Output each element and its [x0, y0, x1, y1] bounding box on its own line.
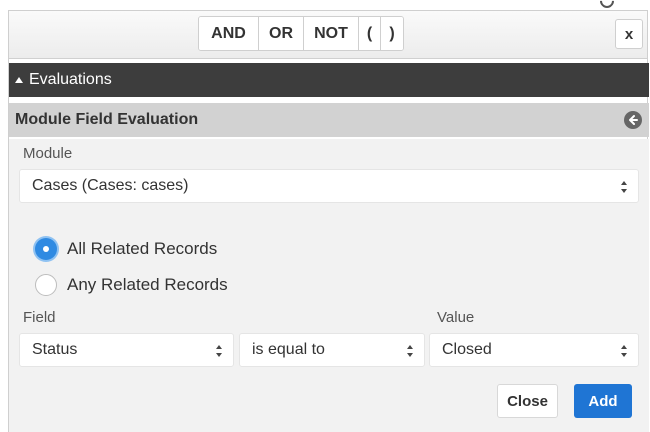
open-paren-button[interactable]: ( — [359, 17, 381, 50]
page-top-edge — [0, 0, 650, 11]
value-select-value: Closed — [442, 341, 492, 358]
operator-select-value: is equal to — [252, 341, 325, 358]
close-paren-button[interactable]: ) — [381, 17, 403, 50]
radio-unselected-icon — [35, 274, 57, 296]
operator-toolbar: AND OR NOT ( ) x — [9, 11, 647, 59]
not-button[interactable]: NOT — [304, 17, 359, 50]
add-button[interactable]: Add — [574, 384, 632, 418]
select-arrows-icon — [621, 181, 627, 193]
field-select-value: Status — [32, 341, 78, 358]
close-builder-button[interactable]: x — [615, 19, 643, 49]
value-select[interactable]: Closed — [429, 333, 639, 367]
or-button[interactable]: OR — [259, 17, 304, 50]
module-select-value: Cases (Cases: cases) — [32, 177, 189, 194]
evaluations-title: Evaluations — [29, 71, 112, 88]
back-arrow-icon[interactable] — [624, 111, 642, 129]
expression-builder-panel: AND OR NOT ( ) x Evaluations Module Fiel… — [8, 10, 649, 432]
value-label: Value — [437, 309, 475, 326]
radio-any-related-records[interactable]: Any Related Records — [35, 274, 228, 296]
radio-all-related-records[interactable]: All Related Records — [35, 238, 217, 260]
section-title: Module Field Evaluation — [15, 111, 199, 128]
radio-label: All Related Records — [67, 239, 218, 258]
field-label: Field — [23, 309, 56, 326]
collapse-triangle-icon — [15, 77, 23, 83]
module-select[interactable]: Cases (Cases: cases) — [19, 169, 639, 203]
select-arrows-icon — [407, 345, 413, 357]
close-button[interactable]: Close — [497, 384, 558, 418]
operator-select[interactable]: is equal to — [239, 333, 425, 367]
select-arrows-icon — [621, 345, 627, 357]
radio-selected-icon — [35, 238, 57, 260]
select-arrows-icon — [216, 345, 222, 357]
operator-button-group: AND OR NOT ( ) — [198, 16, 404, 51]
and-button[interactable]: AND — [199, 17, 259, 50]
module-field-evaluation-header: Module Field Evaluation — [9, 103, 649, 137]
radio-label: Any Related Records — [67, 275, 228, 294]
evaluations-section-toggle[interactable]: Evaluations — [9, 63, 649, 97]
module-label: Module — [23, 145, 73, 162]
field-select[interactable]: Status — [19, 333, 234, 367]
